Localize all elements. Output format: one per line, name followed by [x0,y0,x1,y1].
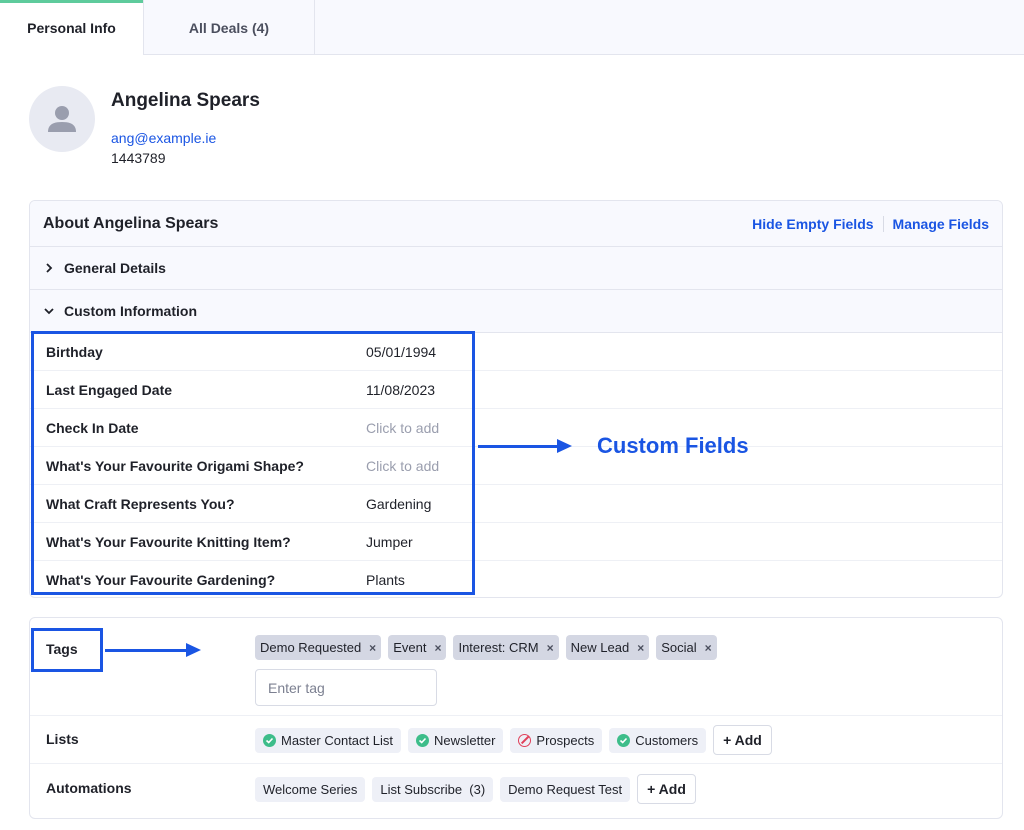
about-header: About Angelina Spears Hide Empty Fields … [30,201,1002,247]
remove-tag-icon[interactable]: × [434,641,441,655]
tag-chips: Demo Requested × Event × Interest: CRM × Ne… [255,635,717,660]
arrow-right-icon [478,439,572,453]
list-name: Customers [635,732,699,748]
contact-phone: 1443789 [111,150,166,166]
field-label: What's Your Favourite Knitting Item? [46,533,291,550]
automation-chip[interactable]: List Subscribe (3) [372,776,494,802]
field-label: Last Engaged Date [46,381,173,398]
automations-row: Automations Welcome Series List Subscrib… [30,764,1002,818]
contact-name: Angelina Spears [111,90,260,111]
blocked-icon [518,733,532,747]
contact-email-link[interactable]: ang@example.ie [111,130,216,146]
automation-chip[interactable]: Demo Request Test [500,776,631,802]
field-row-last-engaged-date: Last Engaged Date 11/08/2023 [30,371,1002,409]
list-chip[interactable]: Newsletter [408,727,504,753]
custom-fields-annotation: Custom Fields [597,433,749,458]
tag-name: Demo Requested [260,640,362,655]
automation-chips: Welcome Series List Subscribe (3) Demo R… [255,774,696,804]
tag-name: Social [661,640,697,655]
list-name: Newsletter [434,732,496,748]
hide-empty-fields-link[interactable]: Hide Empty Fields [752,216,873,232]
about-title: About Angelina Spears [43,214,219,232]
section-general-details[interactable]: General Details [30,247,1002,290]
tag-name: Interest: CRM [458,640,539,655]
field-label: Birthday [46,343,103,360]
field-row-craft: What Craft Represents You? Gardening [30,485,1002,523]
custom-fields-list: Birthday 05/01/1994 Last Engaged Date 11… [30,333,1002,597]
tag-name: Event [393,640,427,655]
list-chip[interactable]: Prospects [510,727,603,753]
list-name: Prospects [536,732,595,748]
field-row-gardening: What's Your Favourite Gardening? Plants [30,561,1002,597]
lists-label: Lists [46,731,79,747]
remove-tag-icon[interactable]: × [547,641,554,655]
tag-chip: Demo Requested × [255,635,382,660]
field-label: What's Your Favourite Origami Shape? [46,457,304,474]
field-row-check-in-date: Check In Date Click to add [30,409,1002,447]
automations-label: Automations [46,780,132,796]
field-value[interactable]: Gardening [366,496,431,512]
manage-fields-link[interactable]: Manage Fields [893,216,989,232]
tab-all-deals[interactable]: All Deals (4) [143,0,315,55]
automation-chip[interactable]: Welcome Series [255,776,366,802]
lists-row: Lists Master Contact List Newsletter Pro… [30,716,1002,764]
section-custom-information[interactable]: Custom Information [30,290,1002,333]
section-label: General Details [64,260,166,276]
tag-chip: Event × [388,635,447,660]
remove-tag-icon[interactable]: × [637,641,644,655]
check-circle-icon [617,733,631,747]
field-value[interactable]: Plants [366,572,405,588]
tag-name: New Lead [570,640,630,655]
field-value[interactable]: 05/01/1994 [366,344,436,360]
enter-tag-input[interactable] [255,669,437,706]
list-name: Master Contact List [281,732,393,748]
list-chip[interactable]: Master Contact List [255,727,401,753]
divider [882,215,884,232]
person-icon [48,106,76,132]
field-value-placeholder[interactable]: Click to add [366,458,439,474]
field-row-origami-shape: What's Your Favourite Origami Shape? Cli… [30,447,1002,485]
chevron-right-icon [43,262,55,274]
tag-chip: Interest: CRM × [453,635,559,660]
check-circle-icon [263,733,276,747]
field-value[interactable]: 11/08/2023 [366,382,435,398]
field-value-placeholder[interactable]: Click to add [366,420,439,436]
avatar[interactable] [29,86,95,152]
tags-label: Tags [46,641,78,657]
remove-tag-icon[interactable]: × [369,641,376,655]
tab-personal-info[interactable]: Personal Info [0,0,143,56]
add-list-button[interactable]: + Add [713,725,772,755]
chevron-down-icon [43,305,55,317]
tag-chip: New Lead × [565,635,650,660]
check-circle-icon [416,733,429,747]
field-label: What's Your Favourite Gardening? [46,572,276,588]
tag-chip: Social × [656,635,717,660]
field-row-knitting-item: What's Your Favourite Knitting Item? Jum… [30,523,1002,561]
tab-bar: Personal Info All Deals (4) [0,0,1024,56]
remove-tag-icon[interactable]: × [705,641,712,655]
list-chips: Master Contact List Newsletter Prospects… [255,725,772,755]
tags-lists-automations-panel: Tags Demo Requested × Event × Interest: CR… [29,617,1003,819]
field-label: What Craft Represents You? [46,495,235,512]
add-automation-button[interactable]: + Add [637,774,696,804]
header-links: Hide Empty Fields Manage Fields [752,215,989,232]
field-value[interactable]: Jumper [366,534,413,550]
tags-row: Tags Demo Requested × Event × Interest: CR… [30,618,1002,716]
field-row-birthday: Birthday 05/01/1994 [30,333,1002,371]
arrow-right-icon [105,643,201,657]
field-label: Check In Date [46,419,139,436]
section-label: Custom Information [64,303,197,319]
list-chip[interactable]: Customers [609,727,707,753]
about-panel: About Angelina Spears Hide Empty Fields … [29,200,1003,598]
